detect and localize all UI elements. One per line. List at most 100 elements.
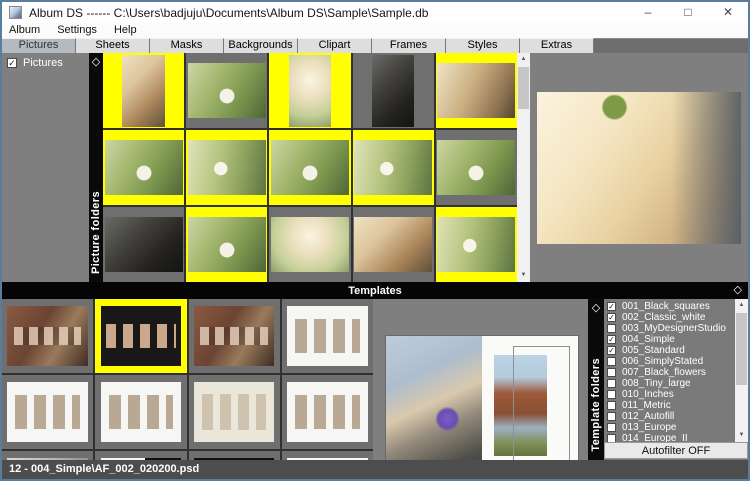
picture-thumb-11[interactable] <box>103 207 184 282</box>
picture-thumb-7[interactable] <box>186 130 267 205</box>
template-folder-checkbox[interactable] <box>607 390 616 399</box>
menu-album[interactable]: Album <box>9 23 40 38</box>
template-spread-preview <box>101 458 181 460</box>
menu-help[interactable]: Help <box>114 23 137 38</box>
template-thumb-6[interactable] <box>95 375 186 449</box>
tab-backgrounds[interactable]: Backgrounds <box>224 38 298 53</box>
template-preview-page <box>482 336 578 460</box>
template-folder-row-1[interactable]: ✓001_Black_squares <box>607 301 734 312</box>
template-folder-row-5[interactable]: ✓005_Standard <box>607 345 734 356</box>
template-folder-row-2[interactable]: ✓002_Classic_white <box>607 312 734 323</box>
template-folder-checkbox[interactable] <box>607 401 616 410</box>
picture-thumb-8[interactable] <box>269 130 350 205</box>
template-thumb-2[interactable] <box>95 299 186 373</box>
status-text: 12 - 004_Simple\AF_002_020200.psd <box>9 463 199 475</box>
scroll-up-icon[interactable]: ▲ <box>517 53 530 66</box>
template-folder-checkbox[interactable]: ✓ <box>607 335 616 344</box>
template-folder-label: 008_Tiny_large <box>622 378 691 389</box>
picture-thumb-15[interactable] <box>436 207 517 282</box>
picture-thumb-5[interactable] <box>436 53 517 128</box>
pictures-checkbox[interactable]: ✓ <box>7 58 17 68</box>
template-folder-row-11[interactable]: 012_Autofill <box>607 411 734 422</box>
picture-thumb-2[interactable] <box>186 53 267 128</box>
template-folder-row-8[interactable]: 008_Tiny_large <box>607 378 734 389</box>
tab-clipart[interactable]: Clipart <box>298 38 372 53</box>
picture-folders-strip[interactable]: ◇ Picture folders <box>89 53 103 282</box>
tab-extras[interactable]: Extras <box>520 38 594 53</box>
template-folder-checkbox[interactable] <box>607 324 616 333</box>
template-spread-preview <box>7 382 87 441</box>
template-thumb-3[interactable] <box>189 299 280 373</box>
tab-styles[interactable]: Styles <box>446 38 520 53</box>
photo-thumbnail <box>122 55 164 127</box>
picture-thumb-6[interactable] <box>103 130 184 205</box>
close-button[interactable]: ✕ <box>708 2 748 23</box>
picture-grid-scrollbar[interactable]: ▲ ▼ <box>517 53 530 282</box>
picture-thumb-4[interactable] <box>353 53 434 128</box>
template-thumb-8[interactable] <box>282 375 373 449</box>
template-folder-row-3[interactable]: 003_MyDesignerStudio <box>607 323 734 334</box>
scrollbar-thumb[interactable] <box>518 67 529 109</box>
template-folder-checkbox[interactable] <box>607 412 616 421</box>
picture-folders-strip-label: Picture folders <box>90 191 102 274</box>
check-icon: ✓ <box>8 58 16 68</box>
template-folder-checkbox[interactable] <box>607 379 616 388</box>
template-folder-row-6[interactable]: 006_SimplyStated <box>607 356 734 367</box>
templates-section: ◇ Template folders ✓001_Black_squares✓00… <box>2 299 748 460</box>
photo-thumbnail <box>188 63 266 119</box>
template-thumb-9[interactable] <box>2 451 93 460</box>
autofilter-button[interactable]: Autofilter OFF <box>604 442 748 459</box>
scroll-down-icon[interactable]: ▼ <box>517 269 530 282</box>
template-thumb-7[interactable] <box>189 375 280 449</box>
tab-masks[interactable]: Masks <box>150 38 224 53</box>
status-bar: 12 - 004_Simple\AF_002_020200.psd <box>2 460 748 479</box>
tab-frames[interactable]: Frames <box>372 38 446 53</box>
menu-bar: Album Settings Help <box>2 23 748 38</box>
template-list-scrollbar[interactable]: ▲ ▼ <box>735 299 748 442</box>
template-folder-row-10[interactable]: 011_Metric <box>607 400 734 411</box>
template-thumb-1[interactable] <box>2 299 93 373</box>
picture-thumb-13[interactable] <box>269 207 350 282</box>
template-folder-checkbox[interactable] <box>607 368 616 377</box>
picture-thumb-10[interactable] <box>436 130 517 205</box>
template-folders-list: ✓001_Black_squares✓002_Classic_white003_… <box>604 299 748 442</box>
tab-bar: PicturesSheetsMasksBackgroundsClipartFra… <box>2 38 748 53</box>
template-folder-checkbox[interactable] <box>607 434 616 442</box>
template-folder-row-13[interactable]: 014_Europe_II <box>607 433 734 442</box>
picture-thumb-12[interactable] <box>186 207 267 282</box>
picture-thumb-9[interactable] <box>353 130 434 205</box>
picture-thumb-14[interactable] <box>353 207 434 282</box>
picture-thumb-3[interactable] <box>269 53 350 128</box>
maximize-button[interactable]: □ <box>668 2 708 23</box>
template-collapse-diamond-icon[interactable]: ◇ <box>592 302 600 314</box>
template-folder-checkbox[interactable]: ✓ <box>607 313 616 322</box>
scrollbar-thumb[interactable] <box>736 313 747 385</box>
template-thumb-4[interactable] <box>282 299 373 373</box>
template-folder-row-9[interactable]: 010_Inches <box>607 389 734 400</box>
template-folder-row-12[interactable]: 013_Europe <box>607 422 734 433</box>
template-thumb-10[interactable] <box>95 451 186 460</box>
collapse-diamond-icon[interactable]: ◇ <box>92 56 100 68</box>
pictures-folder-row[interactable]: ✓ Pictures <box>7 57 89 69</box>
tab-sheets[interactable]: Sheets <box>76 38 150 53</box>
photo-thumbnail <box>105 140 183 196</box>
scroll-down-icon[interactable]: ▼ <box>735 429 748 442</box>
template-folder-checkbox[interactable]: ✓ <box>607 302 616 311</box>
template-folder-row-4[interactable]: ✓004_Simple <box>607 334 734 345</box>
template-thumb-11[interactable] <box>189 451 280 460</box>
template-thumb-5[interactable] <box>2 375 93 449</box>
picture-thumb-1[interactable] <box>103 53 184 128</box>
template-folders-strip[interactable]: ◇ Template folders <box>588 299 604 460</box>
scroll-up-icon[interactable]: ▲ <box>735 299 748 312</box>
tab-pictures[interactable]: Pictures <box>2 38 76 53</box>
template-folder-row-7[interactable]: 007_Black_flowers <box>607 367 734 378</box>
template-spread-preview <box>101 306 181 365</box>
menu-settings[interactable]: Settings <box>57 23 97 38</box>
template-thumb-12[interactable] <box>282 451 373 460</box>
template-preview-frame-outline <box>513 346 571 460</box>
minimize-button[interactable]: – <box>628 2 668 23</box>
template-folder-checkbox[interactable] <box>607 423 616 432</box>
template-folder-checkbox[interactable] <box>607 357 616 366</box>
templates-collapse-diamond-icon[interactable]: ◇ <box>734 284 742 296</box>
template-folder-checkbox[interactable]: ✓ <box>607 346 616 355</box>
